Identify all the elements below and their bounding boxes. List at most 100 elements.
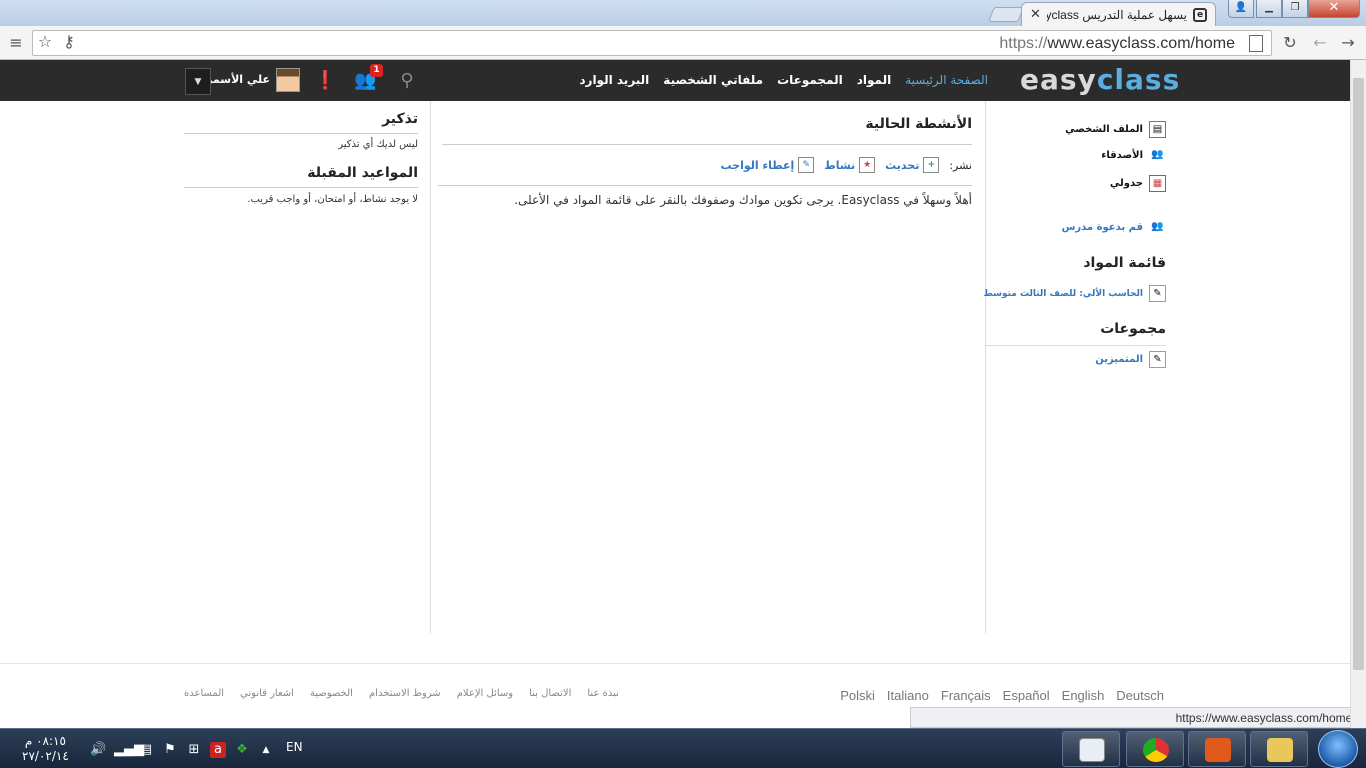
- reminder-text: ليس لديك أي تذكير: [338, 139, 418, 150]
- nav-home[interactable]: الصفحة الرئيسية: [905, 73, 988, 87]
- page-title: الأنشطة الحالية: [865, 116, 972, 132]
- forward-icon[interactable]: ←: [1310, 33, 1330, 53]
- dropbox-icon[interactable]: ❖: [234, 742, 250, 758]
- url-text: https://www.easyclass.com/home: [999, 35, 1235, 53]
- windows-taskbar: ٠٨:١٥ م ٢٧/٠٢/١٤ 🔊 ▂▄▆ ▤ ⚑ ⊞ a ❖ ▲ EN: [0, 728, 1366, 768]
- user-profile-icon[interactable]: 👤: [1228, 0, 1254, 18]
- footer-link-help[interactable]: المساعدة: [184, 688, 224, 699]
- show-hidden-icons-icon[interactable]: ▲: [258, 742, 274, 758]
- post-activity-label: نشاط: [824, 158, 856, 172]
- post-update-button[interactable]: + تحديث: [885, 157, 940, 173]
- address-bar[interactable]: ☆ ⚷ https://www.easyclass.com/home: [32, 30, 1272, 56]
- sidebar-item-friends[interactable]: 👥 الأصدقاء: [1101, 147, 1166, 164]
- start-button[interactable]: [1318, 730, 1358, 768]
- url-host: www.easyclass.com/home: [1047, 35, 1235, 52]
- volume-icon[interactable]: 🔊: [90, 742, 106, 758]
- nav-files[interactable]: ملفاتي الشخصية: [663, 73, 763, 87]
- clock-time: ٠٨:١٥ م: [24, 734, 66, 748]
- friends-icon: 👥: [1151, 149, 1164, 160]
- lang-deutsch[interactable]: Deutsch: [1116, 688, 1164, 703]
- calendar-icon: ▦: [1149, 175, 1166, 192]
- sidebar-item-calendar[interactable]: ▦ جدولي: [1110, 175, 1166, 192]
- input-language[interactable]: EN: [286, 740, 303, 754]
- post-options: نشر: + تحديث ★ نشاط ✎ إعطاء الواجب: [721, 157, 972, 173]
- easyclass-favicon-icon: e: [1193, 7, 1207, 22]
- sidebar-item-label: الأصدقاء: [1101, 150, 1143, 161]
- calendar-icon: ★: [859, 157, 876, 173]
- star-icon[interactable]: ☆: [35, 32, 55, 52]
- antivirus-icon[interactable]: a: [210, 742, 226, 758]
- footer-links: نبذة عنا الاتصال بنا وسائل الإعلام شروط …: [184, 688, 619, 699]
- lang-polski[interactable]: Polski: [840, 688, 875, 703]
- browser-tab[interactable]: e يسهل عملية التدريس Easyclass ✕: [1021, 2, 1216, 26]
- clipboard-icon[interactable]: ▤: [138, 742, 154, 758]
- post-assignment-label: إعطاء الواجب: [720, 158, 795, 172]
- footer-link-terms[interactable]: شروط الاستخدام: [369, 688, 441, 699]
- windows-icon[interactable]: ⊞: [186, 742, 202, 758]
- avatar[interactable]: [276, 68, 300, 92]
- taskbar-app-explorer[interactable]: [1250, 731, 1308, 767]
- footer-link-legal[interactable]: اشعار قانوني: [240, 688, 294, 699]
- add-update-icon: +: [923, 157, 940, 173]
- taskbar-app-chrome[interactable]: [1126, 731, 1184, 767]
- profile-card-icon: ▤: [1149, 121, 1166, 138]
- notification-badge: 1: [370, 64, 383, 77]
- footer-link-media[interactable]: وسائل الإعلام: [457, 688, 513, 699]
- easyclass-logo[interactable]: easyclass: [1020, 63, 1180, 96]
- add-user-icon: 👥: [1151, 221, 1164, 232]
- upcoming-heading: المواعيد المقبلة: [307, 165, 418, 181]
- chevron-down-icon[interactable]: ▼: [185, 68, 211, 95]
- group-item[interactable]: ✎ المتميزين: [1095, 351, 1166, 368]
- left-column-divider: [430, 101, 431, 633]
- close-window-button[interactable]: ✕: [1308, 0, 1360, 18]
- lang-francais[interactable]: Français: [941, 688, 991, 703]
- office-icon: [1205, 738, 1231, 762]
- post-activity-button[interactable]: ★ نشاط: [824, 157, 876, 173]
- network-icon[interactable]: ▂▄▆: [114, 742, 144, 758]
- alert-icon[interactable]: ❗: [314, 70, 336, 92]
- system-clock[interactable]: ٠٨:١٥ م ٢٧/٠٢/١٤: [22, 734, 69, 764]
- notepad-icon: ✎: [1149, 285, 1166, 302]
- tab-close-icon[interactable]: ✕: [1030, 7, 1041, 22]
- sidebar-item-label: جدولي: [1109, 178, 1143, 189]
- page-scrollbar[interactable]: [1350, 60, 1366, 728]
- nav-courses[interactable]: المواد: [857, 73, 891, 87]
- divider: [442, 144, 972, 145]
- chrome-icon: [1143, 738, 1169, 762]
- nav-inbox[interactable]: البريد الوارد: [579, 73, 649, 87]
- browser-titlebar: e يسهل عملية التدريس Easyclass ✕ 👤 ▁ ❐ ✕: [0, 0, 1366, 26]
- right-column-divider: [985, 101, 986, 633]
- new-tab-button[interactable]: [988, 7, 1024, 22]
- lang-english[interactable]: English: [1062, 688, 1105, 703]
- main-nav: الصفحة الرئيسية المواد المجموعات ملفاتي …: [579, 73, 988, 87]
- reminder-heading: تذكير: [382, 111, 418, 127]
- logo-part1: easy: [1020, 63, 1097, 96]
- search-icon[interactable]: ⚲: [396, 70, 418, 92]
- divider: [184, 133, 418, 134]
- taskbar-app-notepad[interactable]: [1062, 731, 1120, 767]
- key-icon[interactable]: ⚷: [59, 32, 79, 52]
- menu-icon[interactable]: ≡: [6, 33, 26, 53]
- sidebar-item-label: الملف الشخصي: [1065, 124, 1143, 135]
- invite-teacher-link[interactable]: 👥 قم بدعوة مدرس: [1062, 219, 1166, 236]
- course-item[interactable]: ✎ الحاسب الألي: للصف الثالث متوسط: [983, 285, 1166, 302]
- minimize-button[interactable]: ▁: [1256, 0, 1282, 18]
- footer-link-contact[interactable]: الاتصال بنا: [529, 688, 571, 699]
- scrollbar-thumb[interactable]: [1353, 78, 1364, 670]
- lang-espanol[interactable]: Español: [1003, 688, 1050, 703]
- sidebar-item-profile[interactable]: ▤ الملف الشخصي: [1065, 121, 1166, 138]
- reload-icon[interactable]: ↻: [1280, 33, 1300, 53]
- flag-icon[interactable]: ⚑: [162, 742, 178, 758]
- footer-link-privacy[interactable]: الخصوصية: [310, 688, 353, 699]
- nav-groups[interactable]: المجموعات: [777, 73, 843, 87]
- clock-date: ٢٧/٠٢/١٤: [22, 749, 69, 763]
- taskbar-app-office[interactable]: [1188, 731, 1246, 767]
- restore-button[interactable]: ❐: [1282, 0, 1308, 18]
- pencil-icon: ✎: [798, 157, 815, 173]
- post-assignment-button[interactable]: ✎ إعطاء الواجب: [721, 157, 815, 173]
- lang-italiano[interactable]: Italiano: [887, 688, 929, 703]
- footer-link-about[interactable]: نبذة عنا: [587, 688, 619, 699]
- group-item-label: المتميزين: [1095, 354, 1143, 365]
- back-icon[interactable]: →: [1338, 33, 1358, 53]
- browser-toolbar: ≡ ☆ ⚷ https://www.easyclass.com/home ↻ ←…: [0, 26, 1366, 60]
